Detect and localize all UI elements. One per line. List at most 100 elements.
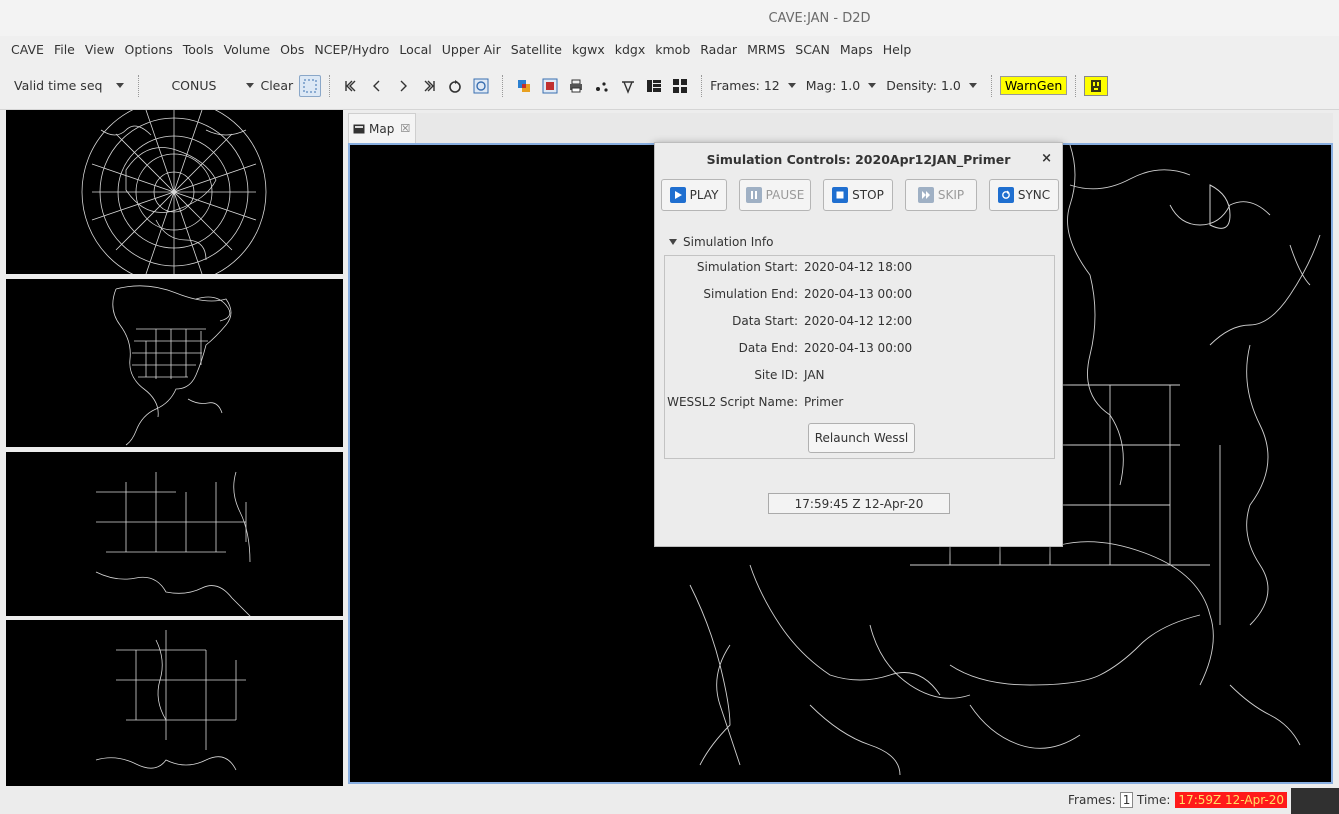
menu-upper-air[interactable]: Upper Air xyxy=(437,42,506,57)
first-frame-button[interactable] xyxy=(340,75,362,97)
skip-label: SKIP xyxy=(937,188,965,202)
skip-button[interactable]: SKIP xyxy=(905,179,977,211)
menu-volume[interactable]: Volume xyxy=(219,42,276,57)
side-panel-polar[interactable] xyxy=(6,110,343,274)
info-row: Data Start: 2020-04-12 12:00 xyxy=(665,314,1056,334)
clear-button[interactable]: Clear xyxy=(260,78,293,93)
sync-icon xyxy=(997,187,1014,203)
density-dropdown[interactable]: Density: 1.0 xyxy=(886,78,983,93)
menu-ncep-hydro[interactable]: NCEP/Hydro xyxy=(309,42,394,57)
menu-kgwx[interactable]: kgwx xyxy=(567,42,610,57)
side-panel-north-america[interactable] xyxy=(6,279,343,447)
print-button[interactable] xyxy=(565,75,587,97)
info-row: Data End: 2020-04-13 00:00 xyxy=(665,341,1056,361)
zoom-extent-button[interactable] xyxy=(299,74,322,97)
info-value: 2020-04-13 00:00 xyxy=(804,341,913,355)
four-panel-icon xyxy=(673,78,688,93)
side-panel-regional[interactable] xyxy=(6,452,343,616)
simulation-info-toggle[interactable]: Simulation Info xyxy=(669,235,773,249)
menu-local[interactable]: Local xyxy=(394,42,436,57)
relaunch-wessl-button[interactable]: Relaunch Wessl xyxy=(808,423,915,453)
pause-button[interactable]: PAUSE xyxy=(739,179,811,211)
info-value: 2020-04-13 00:00 xyxy=(804,287,913,301)
loop-button[interactable] xyxy=(444,75,466,97)
chevron-left-icon xyxy=(373,80,380,91)
info-row: Site ID: JAN xyxy=(665,368,1056,388)
points-button[interactable] xyxy=(591,75,613,97)
status-time-label: Time: xyxy=(1137,793,1171,807)
menu-kmob[interactable]: kmob xyxy=(650,42,695,57)
menu-maps[interactable]: Maps xyxy=(835,42,878,57)
scale-dropdown[interactable]: CONUS xyxy=(171,78,260,93)
stop-button[interactable]: STOP xyxy=(823,179,893,211)
mag-label: Mag: 1.0 xyxy=(805,78,861,93)
loop-properties-icon xyxy=(473,78,489,93)
play-icon xyxy=(669,187,686,203)
loop-properties-button[interactable] xyxy=(470,75,492,97)
menu-obs[interactable]: Obs xyxy=(275,42,309,57)
time-panel-button[interactable] xyxy=(643,75,665,97)
menu-scan[interactable]: SCAN xyxy=(790,42,835,57)
dialog-titlebar: Simulation Controls: 2020Apr12JAN_Primer… xyxy=(655,143,1062,175)
toolbar-separator xyxy=(990,74,992,97)
toolbar-separator xyxy=(502,74,504,97)
window-titlebar: CAVE:JAN - D2D xyxy=(0,0,1339,36)
menu-help[interactable]: Help xyxy=(878,42,917,57)
next-frame-button[interactable] xyxy=(392,75,414,97)
last-frame-icon xyxy=(424,80,435,91)
status-time: Time: 17:59Z 12-Apr-20 xyxy=(1137,792,1287,808)
image-properties-button[interactable] xyxy=(513,75,535,97)
pause-icon xyxy=(745,187,762,203)
play-label: PLAY xyxy=(689,188,719,202)
status-frames-value: 1 xyxy=(1119,792,1134,808)
blend-images-button[interactable] xyxy=(539,75,561,97)
menu-options[interactable]: Options xyxy=(120,42,178,57)
editor-tab-bar: Map ☒ xyxy=(348,113,1333,143)
info-row: Simulation End: 2020-04-13 00:00 xyxy=(665,287,1056,307)
north-america-map-thumbnail xyxy=(112,285,232,446)
menu-radar[interactable]: Radar xyxy=(695,42,742,57)
sync-button[interactable]: SYNC xyxy=(989,179,1059,211)
menu-satellite[interactable]: Satellite xyxy=(506,42,567,57)
menu-kdgx[interactable]: kdgx xyxy=(610,42,651,57)
toolbar-separator xyxy=(329,74,331,97)
menu-tools[interactable]: Tools xyxy=(178,42,219,57)
regional-map-thumbnail xyxy=(95,471,251,616)
mag-dropdown[interactable]: Mag: 1.0 xyxy=(806,78,882,93)
side-panel-local[interactable] xyxy=(6,620,343,786)
fade-button[interactable] xyxy=(1084,75,1109,96)
menu-mrms[interactable]: MRMS xyxy=(742,42,790,57)
baselines-button[interactable] xyxy=(617,75,639,97)
map-icon xyxy=(353,124,365,133)
time-mode-dropdown[interactable]: Valid time seq xyxy=(14,78,130,93)
toolbar-separator xyxy=(1075,74,1077,97)
panel-layout-icon xyxy=(647,79,662,92)
last-frame-button[interactable] xyxy=(418,75,440,97)
frames-dropdown[interactable]: Frames: 12 xyxy=(710,78,802,93)
menu-view[interactable]: View xyxy=(80,42,120,57)
blend-icon xyxy=(542,78,558,93)
sync-label: SYNC xyxy=(1017,188,1051,202)
zoom-extent-icon xyxy=(303,79,317,92)
chevron-right-icon xyxy=(400,80,408,91)
menu-file[interactable]: File xyxy=(49,42,80,57)
menu-cave[interactable]: CAVE xyxy=(6,42,49,57)
four-panel-button[interactable] xyxy=(669,75,691,97)
play-button[interactable]: PLAY xyxy=(661,179,727,211)
info-label: Data End: xyxy=(738,341,798,355)
prev-frame-button[interactable] xyxy=(366,75,388,97)
toolbar-separator xyxy=(138,74,140,97)
expand-down-icon xyxy=(669,239,677,245)
stop-label: STOP xyxy=(852,188,884,202)
close-icon[interactable]: × xyxy=(1041,151,1052,166)
simulation-info-heading: Simulation Info xyxy=(683,235,774,249)
chevron-down-icon xyxy=(116,83,125,88)
info-label: WESSL2 Script Name: xyxy=(667,395,798,409)
warngen-button[interactable]: WarnGen xyxy=(999,76,1068,95)
close-icon[interactable]: ☒ xyxy=(400,122,410,135)
simulation-clock-display: 17:59:45 Z 12-Apr-20 xyxy=(768,493,950,514)
status-indicator xyxy=(1291,788,1339,814)
simulation-button-row: PLAY PAUSE STOP SKIP SYNC xyxy=(655,179,1064,213)
tab-map[interactable]: Map ☒ xyxy=(348,113,416,143)
color-palette-icon xyxy=(518,79,531,92)
